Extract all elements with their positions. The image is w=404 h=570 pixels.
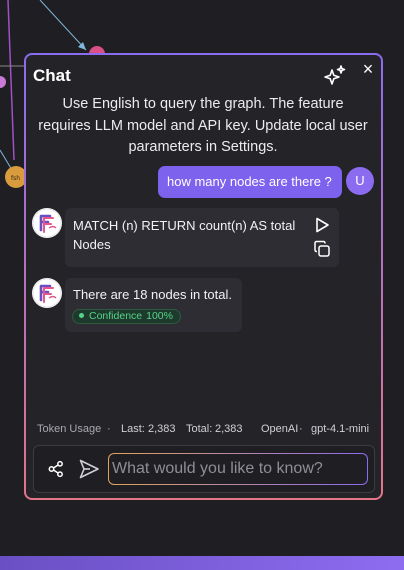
token-total-value: 2,383 (215, 423, 243, 435)
query-message-bubble: MATCH (n) RETURN count(n) AS total Nodes (65, 208, 339, 267)
answer-text: There are 18 nodes in total. (73, 287, 232, 302)
user-avatar: U (346, 167, 374, 195)
graph-edge (39, 0, 87, 51)
token-total-label: Total: (186, 423, 213, 435)
chat-title: Chat (33, 66, 71, 85)
cypher-query-text: MATCH (n) RETURN count(n) AS total Nodes (73, 218, 296, 252)
token-usage-separator: · (299, 423, 303, 435)
token-last-value: 2,383 (148, 423, 176, 435)
chat-query-input[interactable] (108, 453, 368, 485)
llm-provider: OpenAI (261, 423, 299, 435)
token-last-label: Last: (121, 423, 145, 435)
close-icon[interactable]: × (359, 60, 377, 78)
chat-intro-text: Use English to query the graph. The feat… (38, 96, 368, 155)
graph-edge (7, 0, 15, 161)
token-usage-label: Token Usage (37, 423, 102, 435)
bot-avatar (32, 208, 62, 238)
chat-input-bar (33, 445, 375, 493)
user-message-bubble: how many nodes are there ? (158, 166, 342, 198)
share-icon[interactable] (47, 460, 65, 478)
graph-node-label: fsh (11, 175, 20, 182)
bottom-accent-bar (0, 556, 404, 570)
token-usage-separator: · (107, 423, 111, 435)
chat-panel: Chat × Use English to query the graph. T… (24, 53, 383, 500)
answer-message-bubble: There are 18 nodes in total. Confidence 1… (65, 278, 242, 332)
graph-node[interactable] (0, 76, 6, 88)
token-usage-row: Token Usage · Last: 2,383 Total: 2,383 O… (37, 423, 377, 437)
confidence-dot-icon (79, 313, 84, 318)
play-icon[interactable] (313, 216, 331, 234)
user-message: how many nodes are there ? U (158, 166, 374, 198)
confidence-badge: Confidence 100% (72, 309, 181, 324)
send-icon[interactable] (78, 458, 100, 480)
graph-edge (0, 149, 13, 171)
confidence-label: Confidence (89, 310, 143, 322)
copy-icon[interactable] (313, 240, 331, 258)
confidence-value: 100% (146, 310, 173, 322)
sparkles-icon[interactable] (322, 63, 348, 89)
falkor-logo-icon (32, 208, 62, 238)
falkor-logo-icon (32, 278, 62, 308)
llm-model: gpt-4.1-mini (311, 423, 370, 435)
bot-avatar (32, 278, 62, 308)
